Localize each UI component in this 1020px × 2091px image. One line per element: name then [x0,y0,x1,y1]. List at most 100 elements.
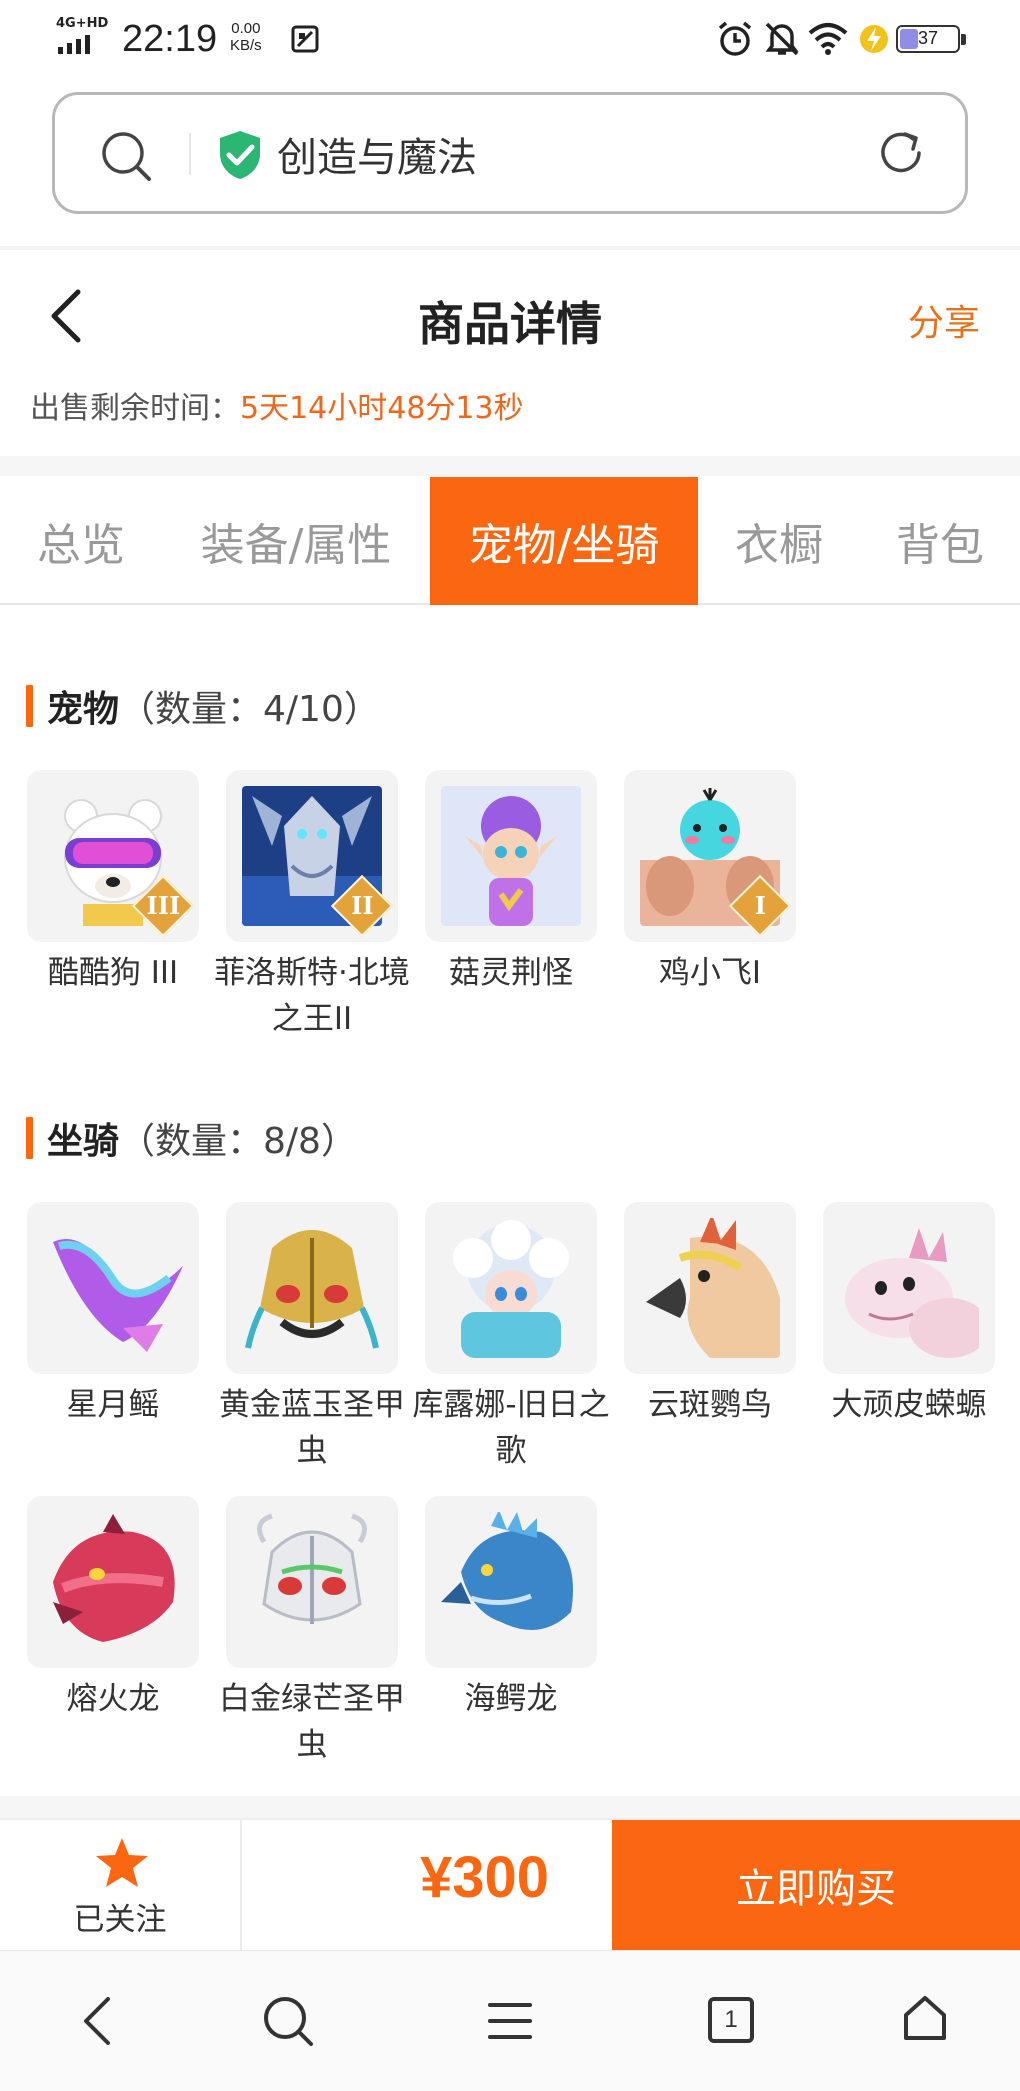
address-bar[interactable]: 创造与魔法 [52,92,968,214]
address-title[interactable]: 创造与魔法 [277,125,477,183]
screenshot-icon [291,25,319,53]
mount-card[interactable]: 星月鳐 [27,1202,199,1428]
pets-count: （数量：4/10） [119,689,380,730]
star-icon [96,1838,148,1887]
section-marker [26,1117,33,1159]
mount-image [242,1512,382,1652]
mount-name: 熔火龙 [66,1681,160,1717]
follow-button[interactable]: 已关注 [0,1820,242,1950]
mount-card[interactable]: 海鳄龙 [425,1496,597,1722]
status-bar: 4G+HD 22:19 0.00 KB/s 37 [0,0,1020,78]
pets-title: 宠物 [47,689,120,730]
follow-label: 已关注 [73,1902,167,1938]
tabs-icon[interactable]: 1 [708,1997,754,2043]
signal-icon: 4G+HD [56,16,108,56]
timer-value: 5天14小时48分13秒 [240,391,524,426]
mount-card[interactable]: 云斑鹦鸟 [624,1202,796,1428]
tab-equipment[interactable]: 装备/属性 [162,477,430,605]
mount-card[interactable]: 大顽皮蝾螈 [823,1202,995,1428]
tab-bar: 总览 装备/属性 宠物/坐骑 衣橱 背包 [0,477,1020,605]
pet-thumbnail[interactable]: III [27,770,199,942]
mount-thumbnail[interactable] [226,1202,398,1374]
search-icon[interactable] [99,129,153,183]
rank-badge-label: II [351,891,374,921]
mount-card[interactable]: 黄金蓝玉圣甲虫 [219,1202,405,1474]
mount-thumbnail[interactable] [823,1202,995,1374]
share-button[interactable]: 分享 [908,294,980,346]
tab-overview[interactable]: 总览 [0,477,162,605]
buy-now-button[interactable]: 立即购买 [612,1820,1020,1950]
clock: 22:19 [122,18,218,60]
pet-name: 酷酷狗 III [47,955,179,991]
pet-name: 菇灵荆怪 [449,955,573,991]
mount-thumbnail[interactable] [425,1496,597,1668]
mount-card[interactable]: 库露娜-旧日之歌 [412,1202,610,1474]
pet-name: 鸡小飞I [658,955,762,991]
price: ¥300 [420,1845,550,1910]
mount-name: 库露娜-旧日之歌 [412,1387,610,1469]
mount-image [441,1218,581,1358]
network-type: 4G+HD [56,16,109,31]
tab-pets-mounts[interactable]: 宠物/坐骑 [430,477,698,605]
mount-image [43,1218,183,1358]
mounts-section-title: 坐骑 （数量：8/8） [26,1112,357,1164]
pet-thumbnail[interactable]: I [624,770,796,942]
mount-thumbnail[interactable] [27,1496,199,1668]
tab-count: 1 [724,2006,738,2033]
refresh-icon[interactable] [875,127,927,179]
wifi-icon [808,23,848,55]
mount-image [839,1218,979,1358]
mounts-title: 坐骑 [47,1121,120,1162]
mount-image [640,1218,780,1358]
pet-thumbnail[interactable] [425,770,597,942]
section-divider [0,456,1020,476]
charging-icon [860,25,888,53]
mount-name: 大顽皮蝾螈 [831,1387,987,1423]
section-marker [26,685,33,727]
mount-thumbnail[interactable] [27,1202,199,1374]
rank-badge-label: I [754,891,766,921]
sale-timer: 出售剩余时间：5天14小时48分13秒 [30,383,524,427]
mount-thumbnail[interactable] [425,1202,597,1374]
home-icon[interactable] [900,1993,950,2043]
verified-shield-icon [220,131,260,179]
mount-card[interactable]: 白金绿芒圣甲虫 [219,1496,405,1768]
pet-name: 菲洛斯特·北境之王II [214,955,410,1037]
rank-badge-label: III [146,891,181,921]
mount-image [441,1512,581,1652]
mount-name: 白金绿芒圣甲虫 [219,1681,405,1763]
pet-card[interactable]: I 鸡小飞I [624,770,796,996]
pet-card[interactable]: III 酷酷狗 III [27,770,199,996]
mute-icon [765,22,799,56]
section-divider [0,1796,1020,1818]
bottom-navigation: 1 [0,1950,1020,2091]
address-separator [189,133,191,175]
pets-section-title: 宠物 （数量：4/10） [26,680,380,732]
back-icon[interactable] [78,1993,116,2049]
mount-card[interactable]: 熔火龙 [27,1496,199,1722]
search-icon[interactable] [260,1993,316,2049]
mount-thumbnail[interactable] [624,1202,796,1374]
mount-image [242,1218,382,1358]
network-speed: 0.00 KB/s [230,20,262,54]
tab-wardrobe[interactable]: 衣橱 [698,477,860,605]
battery-level: 37 [917,28,939,48]
network-speed-unit: KB/s [230,37,262,54]
battery-icon: 37 [896,25,966,53]
action-bar: 已关注 ¥300 立即购买 [0,1818,1020,1950]
pet-card[interactable]: 菇灵荆怪 [425,770,597,996]
page-title: 商品详情 [418,297,602,351]
mount-name: 云斑鹦鸟 [648,1387,772,1423]
mount-image [43,1512,183,1652]
pet-thumbnail[interactable]: II [226,770,398,942]
menu-icon[interactable] [486,1999,534,2043]
mount-name: 星月鳐 [66,1387,160,1423]
mount-name: 黄金蓝玉圣甲虫 [219,1387,405,1469]
pet-card[interactable]: II 菲洛斯特·北境之王II [214,770,410,1042]
tab-backpack[interactable]: 背包 [860,477,1020,605]
pet-image [441,786,581,926]
alarm-icon [718,21,752,56]
mount-thumbnail[interactable] [226,1496,398,1668]
timer-label: 出售剩余时间： [30,391,240,426]
network-speed-value: 0.00 [231,20,261,37]
